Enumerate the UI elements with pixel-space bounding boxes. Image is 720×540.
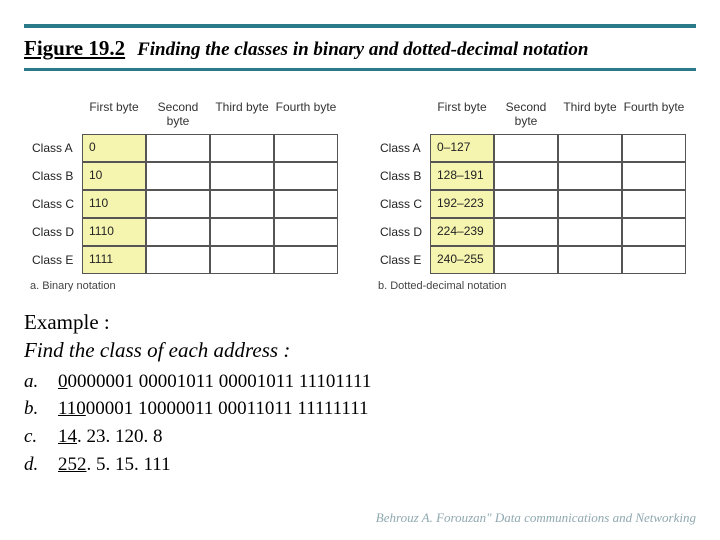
col-header: Third byte <box>558 98 622 134</box>
cell-empty <box>558 134 622 162</box>
cell-empty <box>210 134 274 162</box>
item-value: 11000001 10000011 00011011 11111111 <box>58 396 369 422</box>
cell-first-byte: 240–255 <box>430 246 494 274</box>
cell-empty <box>494 190 558 218</box>
item-value: 14. 23. 120. 8 <box>58 424 163 450</box>
example-items: a. 00000001 00001011 00001011 11101111 b… <box>24 369 371 478</box>
cell-empty <box>146 218 210 246</box>
col-header: Fourth byte <box>622 98 686 134</box>
col-header: Fourth byte <box>274 98 338 134</box>
cell-empty <box>558 162 622 190</box>
cell-first-byte: 0 <box>82 134 146 162</box>
col-spacer <box>28 98 82 134</box>
item-marker: d. <box>24 452 44 478</box>
item-rest: . 23. 120. 8 <box>77 426 163 447</box>
row-label: Class D <box>376 218 430 246</box>
footer-attribution: Behrouz A. Forouzan" Data communications… <box>376 510 696 526</box>
item-marker: b. <box>24 396 44 422</box>
example-prompt-text: Find the class of each address : <box>24 338 290 362</box>
cell-empty <box>274 190 338 218</box>
row-label: Class A <box>376 134 430 162</box>
cell-first-byte: 10 <box>82 162 146 190</box>
item-underline: 252 <box>58 454 87 475</box>
cell-empty <box>146 190 210 218</box>
cell-first-byte: 192–223 <box>430 190 494 218</box>
col-header: Second byte <box>146 98 210 134</box>
cell-empty <box>146 246 210 274</box>
cell-first-byte: 110 <box>82 190 146 218</box>
row-label: Class B <box>376 162 430 190</box>
cell-empty <box>210 218 274 246</box>
figure-title-row: Figure 19.2 Finding the classes in binar… <box>24 36 696 61</box>
item-underline: 110 <box>58 398 86 419</box>
cell-empty <box>274 162 338 190</box>
decimal-table: First byte Second byte Third byte Fourth… <box>376 98 692 274</box>
item-marker: a. <box>24 369 44 395</box>
figure-label: Figure 19.2 <box>24 36 125 61</box>
example-item: d. 252. 5. 15. 111 <box>24 452 371 478</box>
cell-empty <box>210 162 274 190</box>
cell-empty <box>558 190 622 218</box>
example-prompt: Find the class of each address : <box>24 336 371 364</box>
row-label: Class B <box>28 162 82 190</box>
top-rule <box>24 24 696 28</box>
cell-empty <box>622 246 686 274</box>
cell-first-byte: 1111 <box>82 246 146 274</box>
col-header: First byte <box>430 98 494 134</box>
binary-table: First byte Second byte Third byte Fourth… <box>28 98 344 274</box>
col-header: Second byte <box>494 98 558 134</box>
cell-empty <box>146 162 210 190</box>
row-label: Class C <box>28 190 82 218</box>
cell-empty <box>274 218 338 246</box>
decimal-table-block: First byte Second byte Third byte Fourth… <box>376 98 692 292</box>
example-block: Example : Find the class of each address… <box>24 308 371 479</box>
example-item: b. 11000001 10000011 00011011 11111111 <box>24 396 371 422</box>
cell-first-byte: 128–191 <box>430 162 494 190</box>
item-underline: 14 <box>58 426 77 447</box>
cell-empty <box>210 190 274 218</box>
cell-empty <box>558 218 622 246</box>
item-value: 00000001 00001011 00001011 11101111 <box>58 369 371 395</box>
cell-first-byte: 224–239 <box>430 218 494 246</box>
cell-empty <box>622 190 686 218</box>
cell-empty <box>494 134 558 162</box>
cell-empty <box>622 134 686 162</box>
item-rest: . 5. 15. 111 <box>87 454 171 475</box>
col-spacer <box>376 98 430 134</box>
binary-table-block: First byte Second byte Third byte Fourth… <box>28 98 344 292</box>
col-header: Third byte <box>210 98 274 134</box>
item-rest: 0000001 00001011 00001011 11101111 <box>68 371 372 392</box>
figure-caption: Finding the classes in binary and dotted… <box>137 39 588 61</box>
col-header: First byte <box>82 98 146 134</box>
row-label: Class E <box>28 246 82 274</box>
cell-empty <box>274 246 338 274</box>
cell-empty <box>622 162 686 190</box>
cell-empty <box>494 246 558 274</box>
cell-empty <box>622 218 686 246</box>
cell-first-byte: 1110 <box>82 218 146 246</box>
cell-empty <box>274 134 338 162</box>
example-item: c. 14. 23. 120. 8 <box>24 424 371 450</box>
item-marker: c. <box>24 424 44 450</box>
example-item: a. 00000001 00001011 00001011 11101111 <box>24 369 371 395</box>
binary-subcaption: a. Binary notation <box>28 280 344 292</box>
cell-empty <box>494 162 558 190</box>
row-label: Class E <box>376 246 430 274</box>
cell-empty <box>558 246 622 274</box>
decimal-subcaption: b. Dotted-decimal notation <box>376 280 692 292</box>
cell-empty <box>210 246 274 274</box>
row-label: Class D <box>28 218 82 246</box>
item-value: 252. 5. 15. 111 <box>58 452 171 478</box>
item-underline: 0 <box>58 371 68 392</box>
cell-empty <box>494 218 558 246</box>
cell-empty <box>146 134 210 162</box>
mid-rule <box>24 68 696 71</box>
example-heading: Example : <box>24 308 371 336</box>
row-label: Class A <box>28 134 82 162</box>
item-rest: 00001 10000011 00011011 11111111 <box>86 398 369 419</box>
tables-container: First byte Second byte Third byte Fourth… <box>28 98 692 292</box>
row-label: Class C <box>376 190 430 218</box>
cell-first-byte: 0–127 <box>430 134 494 162</box>
